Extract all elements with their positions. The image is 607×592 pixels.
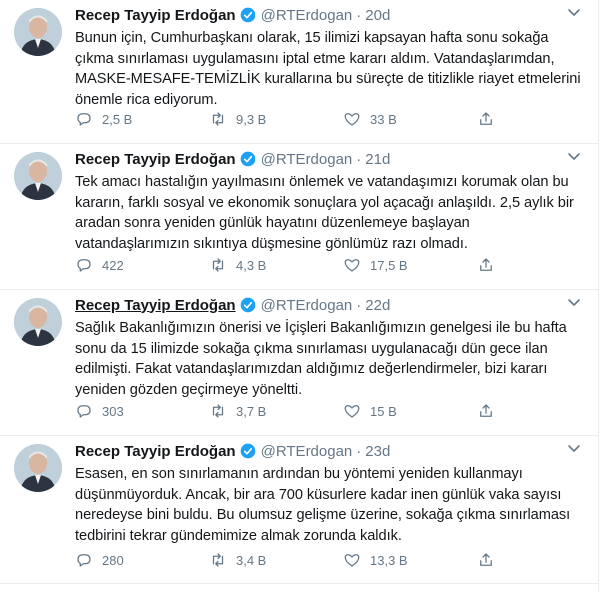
retweet-icon [212, 404, 224, 418]
heart-icon [344, 405, 360, 418]
author-name[interactable]: Recep Tayyip Erdoğan [75, 151, 236, 168]
avatar[interactable] [14, 8, 62, 56]
reply-icon [77, 554, 91, 567]
author-name[interactable]: Recep Tayyip Erdoğan [75, 7, 236, 24]
separator-dot: · [356, 296, 362, 314]
share-icon[interactable] [477, 110, 495, 128]
retweet-icon [212, 258, 224, 272]
verified-badge-icon [240, 443, 255, 459]
verified-badge-icon [240, 7, 255, 23]
avatar[interactable] [14, 298, 62, 346]
retweet-button[interactable]: 9,3 B [209, 110, 343, 128]
retweet-icon [212, 553, 224, 567]
reply-count: 280 [102, 552, 124, 568]
reply-button[interactable]: 280 [75, 551, 209, 569]
separator-dot: · [356, 150, 362, 168]
reply-button[interactable]: 2,5 B [75, 110, 209, 128]
retweet-count: 3,4 B [236, 552, 267, 568]
avatar[interactable] [14, 444, 62, 492]
reply-button[interactable]: 422 [75, 256, 209, 274]
like-count: 17,5 B [370, 257, 408, 273]
like-button[interactable]: 33 B [343, 110, 477, 128]
tweet-text: Tek amacı hastalığın yayılmasını önlemek… [75, 174, 574, 252]
tweet-timestamp[interactable]: 20d [365, 7, 390, 24]
heart-icon [344, 554, 360, 567]
separator-dot: · [356, 6, 362, 24]
like-count: 13,3 B [370, 552, 408, 568]
tweet-timestamp[interactable]: 21d [365, 151, 390, 168]
author-handle[interactable]: @RTErdogan [261, 7, 353, 24]
chevron-down-icon[interactable] [566, 294, 582, 310]
tweet-text: Sağlık Bakanlığımızın önerisi ve İçişler… [75, 320, 567, 398]
reply-icon [77, 405, 91, 418]
chevron-down-icon[interactable] [566, 440, 582, 456]
chevron-down-icon[interactable] [566, 4, 582, 20]
like-count: 15 B [370, 403, 397, 419]
retweet-count: 4,3 B [236, 257, 267, 273]
tweet-timestamp[interactable]: 22d [365, 297, 390, 314]
author-name[interactable]: Recep Tayyip Erdoğan [75, 297, 236, 314]
retweet-icon [212, 112, 224, 126]
author-handle[interactable]: @RTErdogan [261, 297, 353, 314]
chevron-down-icon[interactable] [566, 148, 582, 164]
avatar[interactable] [14, 152, 62, 200]
share-icon[interactable] [477, 551, 495, 569]
retweet-button[interactable]: 4,3 B [209, 256, 343, 274]
share-icon[interactable] [477, 256, 495, 274]
retweet-count: 3,7 B [236, 403, 267, 419]
author-name[interactable]: Recep Tayyip Erdoğan [75, 443, 236, 460]
tweet-text: Bunun için, Cumhurbaşkanı olarak, 15 ili… [75, 30, 581, 108]
separator-dot: · [356, 442, 362, 460]
tweet-timestamp[interactable]: 23d [365, 443, 390, 460]
like-button[interactable]: 15 B [343, 402, 477, 420]
tweet-text: Esasen, en son sınırlamanın ardından bu … [75, 466, 571, 544]
heart-icon [344, 113, 360, 126]
reply-icon [77, 113, 91, 126]
tweet-timeline: Recep Tayyip Erdoğan @RTErdogan · 20d Bu… [0, 0, 599, 592]
reply-button[interactable]: 303 [75, 402, 209, 420]
reply-count: 303 [102, 403, 124, 419]
retweet-count: 9,3 B [236, 111, 267, 127]
like-button[interactable]: 17,5 B [343, 256, 477, 274]
heart-icon [344, 259, 360, 272]
like-button[interactable]: 13,3 B [343, 551, 477, 569]
retweet-button[interactable]: 3,4 B [209, 551, 343, 569]
verified-badge-icon [240, 151, 255, 167]
tweet[interactable]: Recep Tayyip Erdoğan @RTErdogan · 20d Bu… [0, 0, 598, 144]
tweet[interactable]: Recep Tayyip Erdoğan @RTErdogan · 22d Sa… [0, 290, 598, 436]
like-count: 33 B [370, 111, 397, 127]
retweet-button[interactable]: 3,7 B [209, 402, 343, 420]
author-handle[interactable]: @RTErdogan [261, 151, 353, 168]
reply-icon [77, 259, 91, 272]
tweet[interactable]: Recep Tayyip Erdoğan @RTErdogan · 23d Es… [0, 436, 598, 584]
reply-count: 2,5 B [102, 111, 133, 127]
reply-count: 422 [102, 257, 124, 273]
share-icon[interactable] [477, 402, 495, 420]
verified-badge-icon [240, 297, 255, 313]
author-handle[interactable]: @RTErdogan [261, 443, 353, 460]
tweet[interactable]: Recep Tayyip Erdoğan @RTErdogan · 21d Te… [0, 144, 598, 290]
